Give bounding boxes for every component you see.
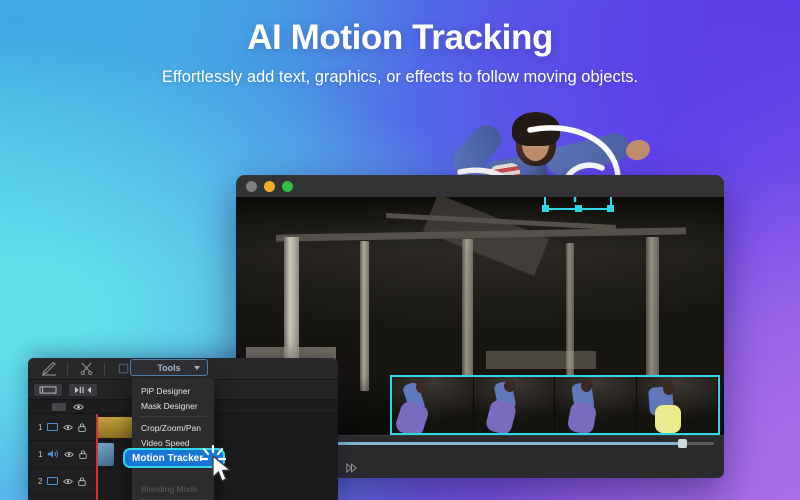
eye-icon[interactable] <box>63 478 74 485</box>
menu-item-crop-zoom-pan[interactable]: Crop/Zoom/Pan <box>132 420 214 435</box>
eye-icon[interactable] <box>73 403 84 411</box>
video-icon <box>47 423 59 431</box>
lock-icon[interactable] <box>78 423 87 432</box>
menu-item-mask-designer[interactable]: Mask Designer <box>132 398 214 413</box>
window-titlebar <box>236 175 724 197</box>
zoom-button[interactable] <box>282 180 293 192</box>
timeline-clip[interactable] <box>96 443 114 466</box>
filmstrip-frame[interactable] <box>473 377 555 433</box>
page-title: AI Motion Tracking <box>247 18 553 57</box>
filmstrip-frame[interactable] <box>636 377 718 433</box>
playhead-handle[interactable] <box>678 439 688 448</box>
menu-item-blending-mode[interactable]: Blending Mode <box>132 481 214 496</box>
scissors-icon[interactable] <box>77 362 95 376</box>
master-track-badge[interactable] <box>52 402 66 411</box>
timeline-playhead-line <box>96 414 98 500</box>
lock-icon[interactable] <box>79 450 88 459</box>
menu-item-motion-tracker-label: Motion Tracker <box>132 452 204 464</box>
filmstrip-frame[interactable] <box>555 377 637 433</box>
pen-tool-icon[interactable] <box>40 361 58 376</box>
eye-icon[interactable] <box>63 424 74 431</box>
track-header[interactable]: 1 <box>28 423 96 432</box>
tracked-frames-filmstrip[interactable] <box>390 375 720 435</box>
tracking-crosshair-icon <box>573 197 577 202</box>
tools-button-label: Tools <box>157 362 181 373</box>
hero-section: AI Motion Tracking Effortlessly add text… <box>0 18 800 87</box>
chevron-down-icon <box>194 366 200 370</box>
floor-highlight <box>486 351 596 369</box>
split-icon[interactable] <box>69 383 97 396</box>
track-header[interactable]: 1 <box>28 449 96 459</box>
pointer-cursor <box>212 455 231 482</box>
warehouse-pillar <box>462 239 473 391</box>
minimize-button[interactable] <box>264 180 275 192</box>
tools-dropdown-menu[interactable]: PiP Designer Mask Designer Crop/Zoom/Pan… <box>132 378 214 500</box>
tools-button[interactable]: Tools <box>130 359 208 376</box>
toolbar-divider <box>67 362 68 375</box>
menu-item-pip-designer[interactable]: PiP Designer <box>132 383 214 398</box>
eye-icon[interactable] <box>64 451 75 458</box>
track-number: 2 <box>38 476 43 486</box>
warehouse-pillar <box>646 237 659 387</box>
track-number: 1 <box>38 422 43 432</box>
menu-divider <box>139 416 207 418</box>
close-button[interactable] <box>246 180 257 192</box>
toolbar-divider <box>104 362 105 375</box>
fit-timeline-icon[interactable] <box>34 383 62 396</box>
filmstrip-frame[interactable] <box>392 377 474 433</box>
track-number: 1 <box>38 449 43 459</box>
fast-forward-button[interactable] <box>346 463 357 473</box>
page-subtitle: Effortlessly add text, graphics, or effe… <box>161 68 639 86</box>
warehouse-pillar <box>360 241 369 391</box>
video-icon <box>47 477 59 485</box>
track-header[interactable]: 2 <box>28 477 96 486</box>
lock-icon[interactable] <box>78 477 87 486</box>
speaker-icon <box>48 450 59 458</box>
